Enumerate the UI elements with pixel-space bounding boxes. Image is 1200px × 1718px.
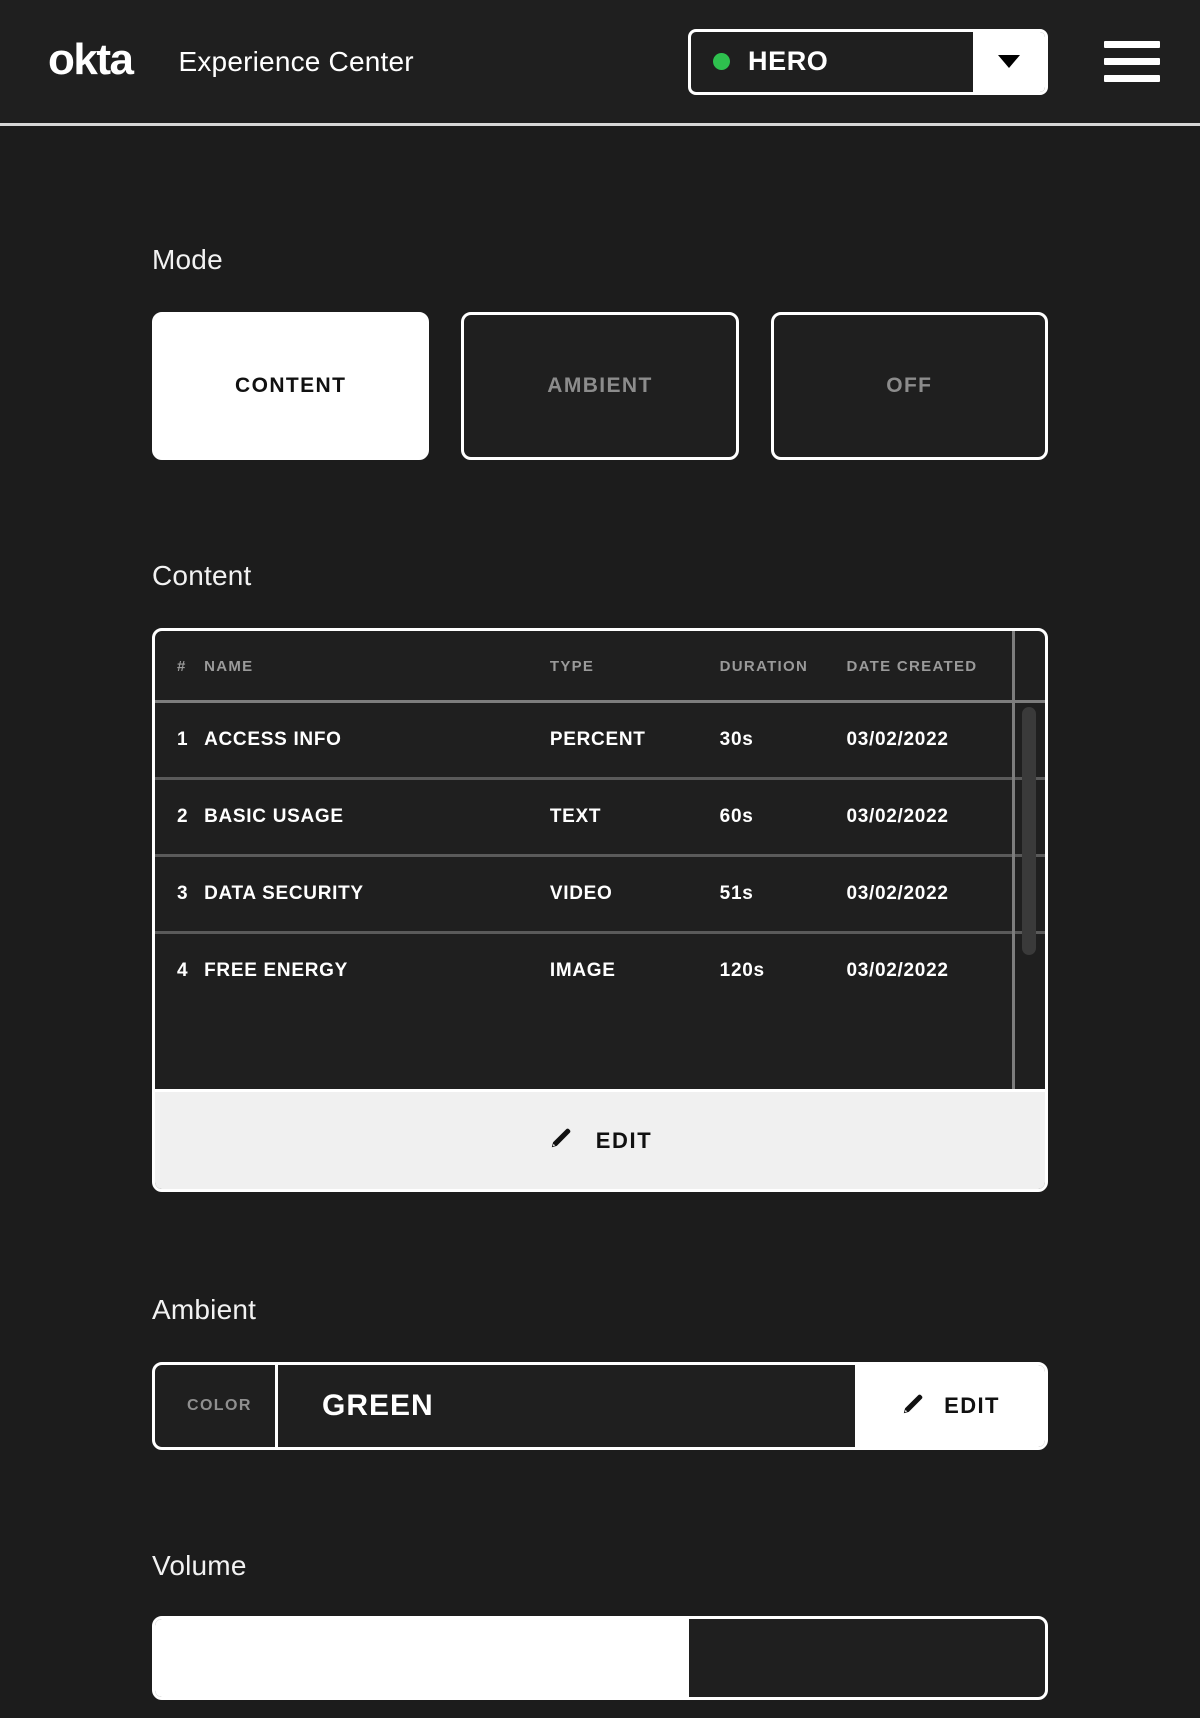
scrollbar-thumb[interactable]	[1022, 707, 1036, 955]
cell-name: ACCESS INFO	[204, 729, 342, 750]
device-selector[interactable]: HERO	[688, 28, 1048, 95]
cell-date: 03/02/2022	[846, 960, 949, 981]
main-content: Mode CONTENT AMBIENT OFF Content # NAME …	[0, 126, 1200, 1700]
column-header-spacer	[1027, 631, 1045, 702]
ambient-edit-label: EDIT	[944, 1393, 1000, 1418]
volume-slider-fill	[155, 1619, 689, 1697]
column-header-type: TYPE	[549, 658, 595, 675]
content-table-body: 1 ACCESS INFO PERCENT 30s 03/02/2022 2 B…	[155, 702, 1045, 1009]
volume-section: Volume	[152, 1450, 1048, 1700]
column-header-date: DATE CREATED	[846, 658, 978, 675]
content-edit-button[interactable]: EDIT	[155, 1089, 1045, 1189]
cell-type: PERCENT	[549, 729, 646, 750]
cell-duration: 51s	[719, 883, 754, 904]
content-table-header: # NAME TYPE DURATION DATE CREATED	[155, 631, 1045, 702]
column-header-name: NAME	[204, 658, 254, 675]
cell-type: TEXT	[549, 806, 602, 827]
cell-number: 1	[177, 729, 189, 750]
content-card: # NAME TYPE DURATION DATE CREATED 1 ACCE…	[152, 628, 1048, 1192]
device-selector-display[interactable]: HERO	[691, 32, 973, 92]
cell-type: VIDEO	[549, 883, 613, 904]
device-name-label: HERO	[748, 46, 829, 76]
table-scroll-divider	[1012, 631, 1015, 1089]
pencil-icon	[548, 1125, 574, 1156]
mode-button-content[interactable]: CONTENT	[152, 312, 430, 460]
volume-slider[interactable]	[152, 1616, 1048, 1700]
cell-date: 03/02/2022	[846, 729, 949, 750]
chevron-down-icon[interactable]	[973, 31, 1045, 92]
mode-button-ambient[interactable]: AMBIENT	[461, 312, 739, 460]
mode-button-group: CONTENT AMBIENT OFF	[152, 312, 1048, 460]
table-row[interactable]: 1 ACCESS INFO PERCENT 30s 03/02/2022	[155, 702, 1045, 779]
column-header-number: #	[177, 658, 187, 675]
content-table: # NAME TYPE DURATION DATE CREATED 1 ACCE…	[155, 631, 1045, 1008]
column-header-duration: DURATION	[719, 658, 809, 675]
cell-duration: 30s	[719, 729, 754, 750]
ambient-color-row: COLOR GREEN EDIT	[152, 1362, 1048, 1450]
cell-duration: 60s	[719, 806, 754, 827]
cell-number: 2	[177, 806, 189, 827]
ambient-section: Ambient COLOR GREEN EDIT	[152, 1192, 1048, 1450]
pencil-icon	[900, 1391, 926, 1422]
ambient-edit-button[interactable]: EDIT	[855, 1365, 1045, 1447]
cell-date: 03/02/2022	[846, 883, 949, 904]
mode-section: Mode CONTENT AMBIENT OFF	[152, 126, 1048, 460]
page-title: Experience Center	[178, 45, 414, 77]
status-online-dot	[713, 53, 730, 70]
table-row[interactable]: 2 BASIC USAGE TEXT 60s 03/02/2022	[155, 779, 1045, 856]
cell-type: IMAGE	[549, 960, 616, 981]
cell-name: FREE ENERGY	[204, 960, 348, 981]
table-row[interactable]: 4 FREE ENERGY IMAGE 120s 03/02/2022	[155, 933, 1045, 1009]
content-section: Content # NAME TYPE DURATION DATE CREATE…	[152, 460, 1048, 1192]
cell-date: 03/02/2022	[846, 806, 949, 827]
table-header-row: # NAME TYPE DURATION DATE CREATED	[155, 631, 1045, 702]
ambient-color-value: GREEN	[322, 1389, 434, 1422]
cell-duration: 120s	[719, 960, 765, 981]
content-edit-label: EDIT	[595, 1127, 653, 1153]
cell-name: BASIC USAGE	[204, 806, 344, 827]
table-row[interactable]: 3 DATA SECURITY VIDEO 51s 03/02/2022	[155, 856, 1045, 933]
okta-logo: okta	[48, 34, 134, 84]
mode-button-off[interactable]: OFF	[770, 312, 1048, 460]
content-section-label: Content	[152, 560, 252, 591]
content-table-scroll-area: # NAME TYPE DURATION DATE CREATED 1 ACCE…	[155, 631, 1045, 1089]
app-header: okta Experience Center HERO	[0, 0, 1200, 126]
cell-number: 4	[177, 960, 189, 981]
cell-name: DATA SECURITY	[204, 883, 364, 904]
cell-number: 3	[177, 883, 189, 904]
ambient-section-label: Ambient	[152, 1294, 257, 1325]
content-table-scrollbar[interactable]	[1022, 703, 1036, 1089]
volume-section-label: Volume	[152, 1550, 247, 1581]
mode-section-label: Mode	[152, 244, 223, 275]
hamburger-menu-icon[interactable]	[1104, 41, 1160, 82]
ambient-color-key: COLOR	[155, 1365, 278, 1447]
